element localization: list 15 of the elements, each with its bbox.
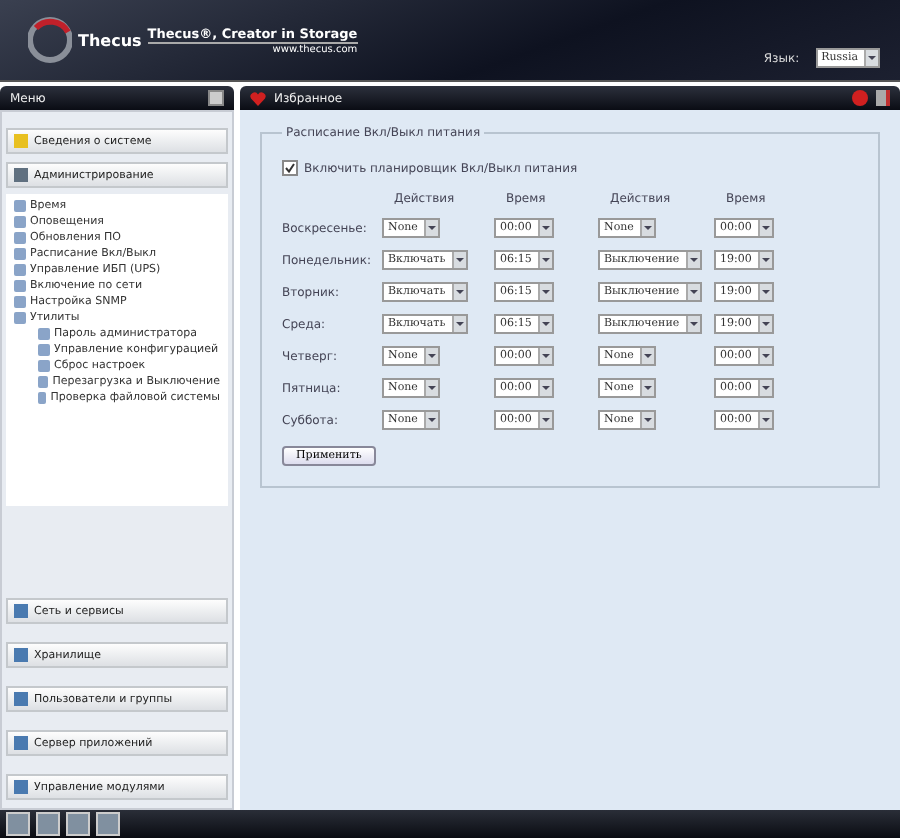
heart-icon xyxy=(250,91,266,105)
section-icon xyxy=(14,692,28,706)
checkbox[interactable] xyxy=(282,160,298,176)
section-icon xyxy=(14,780,28,794)
taskbar-icon[interactable] xyxy=(66,812,90,836)
logo-text: Thecus xyxy=(78,31,142,49)
collapse-icon[interactable] xyxy=(208,90,224,106)
taskbar-icon[interactable] xyxy=(96,812,120,836)
stop-icon[interactable] xyxy=(852,90,868,106)
section-icon xyxy=(14,604,28,618)
logo-swirl-icon xyxy=(28,16,72,64)
section-icon xyxy=(14,648,28,662)
taskbar-icon[interactable] xyxy=(6,812,30,836)
taskbar-icon[interactable] xyxy=(36,812,60,836)
section-icon xyxy=(14,736,28,750)
